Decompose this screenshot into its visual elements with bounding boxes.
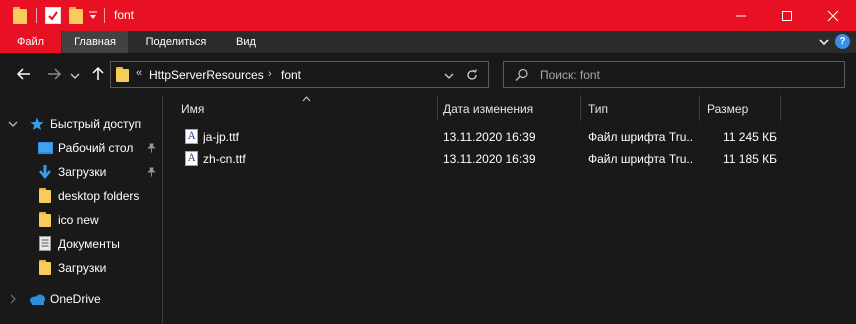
breadcrumb-item[interactable]: HttpServerResources (149, 68, 264, 82)
address-bar[interactable]: « HttpServerResources › font (110, 61, 489, 88)
tab-home[interactable]: Главная (62, 31, 128, 53)
sidebar-item-label: Быстрый доступ (50, 117, 142, 131)
column-header-type[interactable]: Тип (581, 95, 699, 121)
table-row[interactable]: A ja-jp.ttf 13.11.2020 16:39 Файл шрифта… (163, 126, 856, 148)
arrow-right-icon (48, 68, 62, 80)
ribbon-expand-button[interactable] (818, 36, 830, 48)
column-divider[interactable] (780, 95, 781, 121)
sidebar-item-label: OneDrive (50, 292, 101, 306)
file-size: 11 185 КБ (723, 152, 778, 166)
sidebar-item-downloads[interactable]: Загрузки (0, 161, 162, 183)
new-folder-icon[interactable] (69, 7, 83, 24)
column-header-label: Тип (588, 102, 609, 116)
sidebar-item-onedrive[interactable]: OneDrive (0, 288, 162, 310)
file-date: 13.11.2020 16:39 (443, 152, 536, 166)
breadcrumb-item[interactable]: font (281, 68, 301, 82)
maximize-button[interactable] (764, 0, 810, 31)
font-file-icon: A (185, 151, 198, 166)
column-header-label: Имя (181, 102, 205, 116)
sidebar-item-ico-new[interactable]: ico new (0, 209, 162, 231)
folder-icon (13, 7, 27, 24)
minimize-icon (736, 15, 746, 16)
sidebar-item-downloads-folder[interactable]: Загрузки (0, 257, 162, 279)
folder-icon (39, 260, 51, 275)
breadcrumb-separator[interactable]: › (268, 68, 272, 80)
pin-icon[interactable] (147, 166, 156, 178)
column-header-label: Дата изменения (443, 102, 534, 116)
file-date: 13.11.2020 16:39 (443, 130, 536, 144)
documents-icon (39, 236, 51, 251)
close-icon (827, 10, 839, 21)
sidebar-item-label: Загрузки (58, 165, 107, 179)
folder-icon (39, 212, 51, 227)
search-input[interactable] (540, 66, 830, 84)
quick-access-dropdown-icon[interactable] (88, 9, 98, 21)
chevron-down-icon (444, 73, 454, 79)
font-file-icon: A (185, 129, 198, 144)
recent-locations-button[interactable] (70, 70, 80, 80)
sidebar-item-label: Загрузки (58, 261, 107, 275)
navigation-pane: Быстрый доступ Рабочий стол Загрузки des… (0, 95, 162, 324)
forward-button[interactable] (44, 64, 64, 84)
file-name: zh-cn.ttf (203, 152, 246, 166)
close-button[interactable] (810, 0, 856, 31)
chevron-down-icon[interactable] (8, 119, 18, 129)
chevron-down-icon (819, 39, 829, 46)
desktop-icon (38, 142, 53, 154)
column-header-label: Размер (707, 102, 749, 116)
column-header-date[interactable]: Дата изменения (438, 95, 580, 121)
tab-file[interactable]: Файл (0, 31, 61, 53)
sidebar-item-label: desktop folders (58, 189, 140, 203)
tab-view[interactable]: Вид (224, 31, 268, 53)
sidebar-item-label: ico new (58, 213, 99, 227)
back-button[interactable] (14, 64, 34, 84)
arrow-up-icon (92, 66, 104, 80)
ribbon-tabs: Файл Главная Поделиться Вид ? (0, 31, 856, 53)
help-button[interactable]: ? (835, 34, 850, 49)
sidebar-item-label: Рабочий стол (58, 141, 134, 155)
title-separator (104, 8, 105, 23)
address-dropdown-button[interactable] (444, 70, 454, 80)
star-icon (30, 117, 44, 130)
maximize-icon (782, 10, 792, 21)
chevron-right-icon[interactable] (8, 294, 18, 304)
file-size: 11 245 КБ (723, 130, 778, 144)
file-type: Файл шрифта Tru... (588, 152, 694, 166)
file-type: Файл шрифта Tru... (588, 130, 694, 144)
folder-icon (39, 188, 51, 203)
pin-icon[interactable] (147, 142, 156, 154)
sidebar-item-quick-access[interactable]: Быстрый доступ (0, 113, 162, 135)
navigation-bar: « HttpServerResources › font (0, 53, 856, 95)
sidebar-item-desktop[interactable]: Рабочий стол (0, 137, 162, 159)
sidebar-item-documents[interactable]: Документы (0, 233, 162, 255)
breadcrumb-overflow[interactable]: « (136, 67, 142, 79)
column-header-name[interactable]: Имя (163, 95, 437, 121)
sidebar-item-label: Документы (58, 237, 120, 251)
file-list: Имя Дата изменения Тип Размер A ja-jp.tt… (163, 95, 856, 324)
file-name: ja-jp.ttf (203, 130, 240, 144)
up-button[interactable] (88, 64, 108, 84)
refresh-button[interactable] (464, 67, 480, 83)
refresh-icon (467, 69, 478, 80)
search-icon (515, 68, 528, 81)
title-bar: font (0, 0, 856, 31)
chevron-down-icon (70, 73, 80, 79)
minimize-button[interactable] (718, 0, 764, 31)
arrow-left-icon (16, 68, 30, 80)
title-separator (36, 8, 37, 23)
properties-check-icon[interactable] (45, 7, 61, 24)
window-title: font (114, 8, 135, 22)
folder-icon (116, 67, 129, 82)
column-header-size[interactable]: Размер (700, 95, 780, 121)
cloud-icon (30, 294, 45, 305)
tab-share[interactable]: Поделиться (136, 31, 216, 53)
table-row[interactable]: A zh-cn.ttf 13.11.2020 16:39 Файл шрифта… (163, 148, 856, 170)
download-icon (39, 165, 51, 179)
sidebar-item-desktop-folders[interactable]: desktop folders (0, 185, 162, 207)
search-box[interactable] (503, 61, 845, 88)
